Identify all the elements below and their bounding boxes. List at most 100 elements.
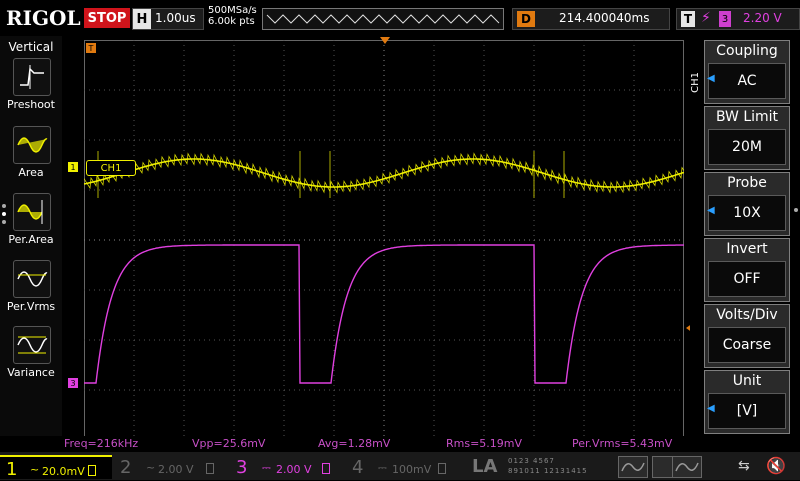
ch4-number: 4 [352, 457, 364, 478]
probe-value: 10X [708, 195, 786, 231]
measure-rms[interactable]: Rms=5.19mV [446, 437, 522, 450]
dc-coupling-icon: ⎓ [262, 461, 271, 474]
ch1-status[interactable]: 1 ~ 20.0mV [0, 455, 112, 480]
variance-label: Variance [7, 366, 55, 379]
timebase-box[interactable]: H 1.00us [132, 8, 204, 30]
period-vrms-label: Per.Vrms [6, 300, 56, 313]
waveform-canvas [83, 40, 685, 440]
probe-title: Probe [727, 175, 767, 191]
waveform-display[interactable] [83, 40, 685, 440]
measure-per-vrms[interactable]: Per.Vrms=5.43mV [572, 437, 672, 450]
bw-limit-value: 20M [708, 129, 786, 165]
period-area-label: Per.Area [8, 233, 54, 246]
trigger-position-marker: T [86, 43, 96, 53]
menu-title: Vertical [8, 40, 54, 54]
measurement-bar: Freq=216kHz Vpp=25.6mV Avg=1.28mV Rms=5.… [0, 436, 690, 452]
page-dot-icon [2, 204, 6, 208]
measure-area[interactable]: Area [0, 126, 62, 192]
sample-rate: 500MSa/s [208, 5, 257, 16]
volts-div-softkey[interactable]: Volts/Div Coarse [704, 304, 790, 368]
invert-value: OFF [708, 261, 786, 297]
trigger-source: 3 [719, 11, 731, 27]
unit-softkey[interactable]: Unit [V] ◀ [704, 370, 790, 434]
knob-select-icon: ◀ [707, 205, 715, 216]
period-area-icon [13, 193, 51, 231]
knob-select-icon: ◀ [707, 73, 715, 84]
ch3-status[interactable]: 3 ⎓ 2.00 V [230, 455, 340, 478]
rigol-logo: RIGOL [6, 6, 81, 30]
ch2-scale: 2.00 V [158, 463, 194, 476]
channel-menu: CH1 Coupling AC ◀ BW Limit 20M Probe 10X… [690, 36, 800, 436]
ch3-offset-marker[interactable]: 3 [68, 378, 78, 388]
area-icon [13, 126, 51, 164]
digital-row-2: 891011 12131415 [508, 467, 588, 475]
bw-limit-icon [88, 465, 96, 476]
delay-box[interactable]: D 214.400040ms [512, 8, 670, 30]
volts-div-value: Coarse [708, 327, 786, 363]
delay-label: D [517, 11, 535, 27]
page-dot-icon [794, 208, 798, 212]
ac-coupling-icon: ~ [146, 461, 156, 474]
logic-analyzer-label[interactable]: LA [472, 456, 497, 477]
coupling-title: Coupling [716, 43, 778, 59]
area-label: Area [18, 166, 44, 179]
measure-period-vrms[interactable]: Per.Vrms [0, 260, 62, 326]
measure-period-area[interactable]: Per.Area [0, 193, 62, 259]
preshoot-label: Preshoot [7, 98, 55, 111]
trigger-box[interactable]: T ⚡ 3 2.20 V [676, 8, 800, 30]
memory-depth: 6.00k pts [208, 16, 255, 27]
ac-coupling-icon: ~ [30, 463, 40, 476]
measure-menu: Vertical Preshoot Area Per.Area Per.Vrms… [0, 36, 62, 436]
ch1-offset-marker[interactable]: 1 [68, 162, 78, 172]
source1-wave-icon[interactable] [618, 456, 648, 478]
delay-value: 214.400040ms [559, 11, 650, 25]
unit-value: [V] [708, 393, 786, 429]
bw-limit-icon [438, 463, 446, 474]
unit-title: Unit [732, 373, 762, 389]
ch4-scale: 100mV [392, 463, 432, 476]
ch4-status[interactable]: 4 ⎓ 100mV [346, 455, 456, 478]
measure-freq[interactable]: Freq=216kHz [64, 437, 138, 450]
page-dot-icon [2, 212, 6, 216]
digital-channels-status[interactable]: 0123 4567 891011 12131415 [508, 456, 600, 476]
timebase-value: 1.00us [155, 11, 196, 25]
graticule [84, 40, 684, 440]
ch2-number: 2 [120, 457, 132, 478]
usb-icon: ⇆ [738, 458, 750, 474]
channel-status-bar: 1 ~ 20.0mV 2 ~ 2.00 V 3 ⎓ 2.00 V 4 ⎓ 100… [0, 452, 800, 480]
horizontal-label: H [133, 9, 151, 29]
ch1-number: 1 [6, 459, 18, 480]
channel-tag: CH1 [690, 72, 701, 93]
invert-softkey[interactable]: Invert OFF [704, 238, 790, 302]
memory-overview-wave [266, 14, 500, 24]
trigger-label: T [681, 11, 695, 27]
trigger-time-marker-icon[interactable] [380, 37, 390, 44]
memory-overview[interactable] [262, 8, 504, 30]
run-stop-indicator[interactable]: STOP [84, 8, 130, 28]
measure-avg[interactable]: Avg=1.28mV [318, 437, 390, 450]
probe-softkey[interactable]: Probe 10X ◀ [704, 172, 790, 236]
bw-limit-title: BW Limit [715, 109, 779, 125]
sample-rate-info: 500MSa/s 6.00k pts [208, 5, 257, 27]
speaker-muted-icon[interactable]: 🔇 [766, 456, 786, 475]
ch1-label: CH1 [86, 160, 136, 176]
dc-coupling-icon: ⎓ [378, 461, 387, 474]
measure-preshoot[interactable]: Preshoot [0, 58, 62, 124]
volts-div-title: Volts/Div [716, 307, 778, 323]
knob-select-icon: ◀ [707, 403, 715, 414]
bw-limit-icon [206, 463, 214, 474]
invert-title: Invert [726, 241, 768, 257]
coupling-value: AC [708, 63, 786, 99]
bw-limit-softkey[interactable]: BW Limit 20M [704, 106, 790, 170]
ch3-number: 3 [236, 457, 248, 478]
top-status-bar: RIGOL STOP H 1.00us 500MSa/s 6.00k pts D… [0, 0, 800, 36]
trigger-level: 2.20 V [743, 11, 782, 25]
measure-vpp[interactable]: Vpp=25.6mV [192, 437, 265, 450]
ch2-status[interactable]: 2 ~ 2.00 V [114, 455, 224, 478]
rising-edge-icon: ⚡ [701, 10, 711, 26]
coupling-softkey[interactable]: Coupling AC ◀ [704, 40, 790, 104]
measure-variance[interactable]: Variance [0, 326, 62, 392]
source2-wave-icon[interactable] [672, 456, 702, 478]
ch3-scale: 2.00 V [276, 463, 312, 476]
page-dot-icon [2, 220, 6, 224]
